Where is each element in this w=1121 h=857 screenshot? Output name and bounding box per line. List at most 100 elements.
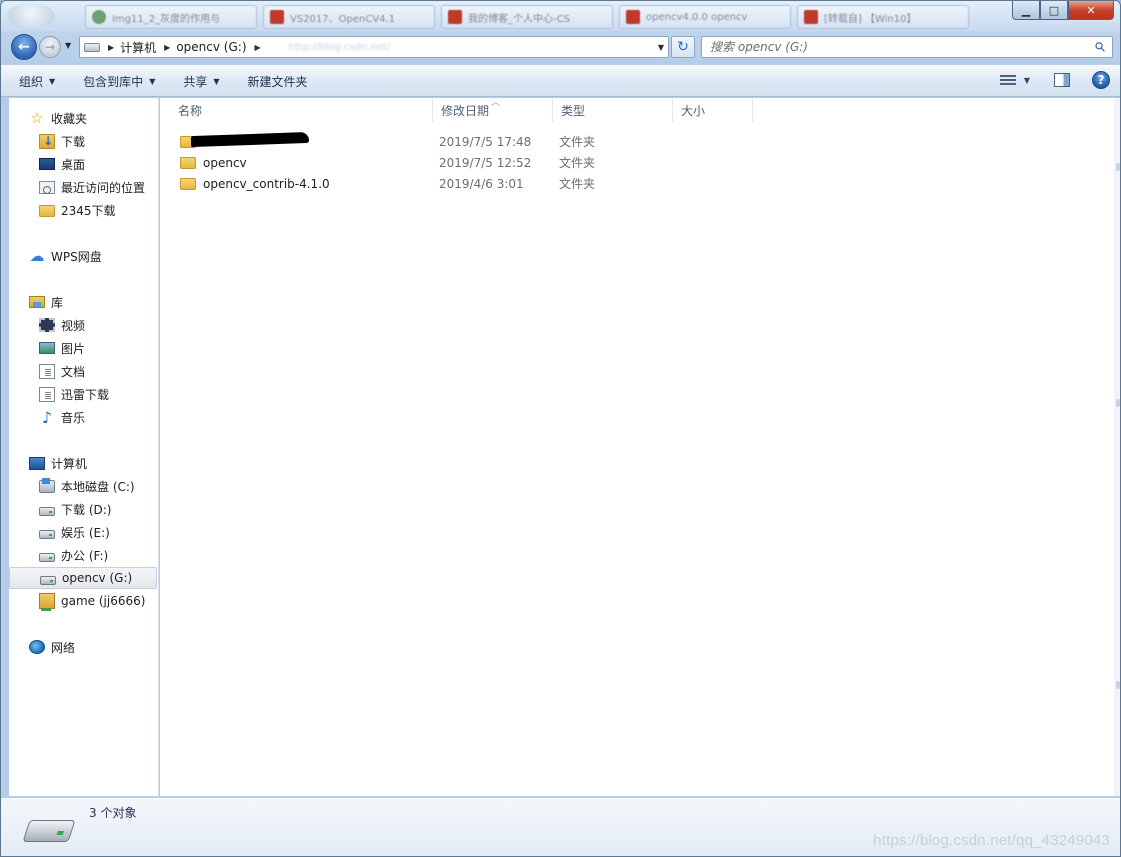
desktop-icon [39,158,55,170]
file-date: 2019/4/6 3:01 [439,176,524,191]
sidebar-item-2345-downloads[interactable]: 2345下载 [39,199,116,221]
scrollbar-track[interactable] [1114,98,1120,796]
chevron-right-icon[interactable]: ▶ [164,43,170,52]
sidebar-item-computer[interactable]: 计算机 [29,452,87,474]
network-globe-icon [29,640,45,654]
sidebar-item-recent-places[interactable]: 最近访问的位置 [39,176,145,198]
new-folder-button[interactable]: 新建文件夹 [248,73,308,90]
chevron-down-icon: ▼ [213,76,220,86]
item-count: 3 个对象 [89,806,137,820]
drive-icon [40,575,56,585]
breadcrumb-computer[interactable]: 计算机 [120,39,156,56]
folder-icon [180,156,196,169]
file-list-pane: 名称 修改日期 ︿ 类型 大小 2019/7/5 17:48 文件夹 openc… [160,98,1114,796]
column-headers: 名称 修改日期 ︿ 类型 大小 [160,98,1114,122]
file-type: 文件夹 [559,177,596,191]
sidebar-item-drive-g[interactable]: opencv (G:) [9,567,157,589]
music-note-icon: ♪ [41,407,53,427]
folder-icon [180,177,196,190]
search-box[interactable]: ⚲ [701,36,1113,58]
navigation-bar: ← → ▼ ▶ 计算机 ▶ opencv (G:) ▶ http://blog.… [1,31,1120,63]
explorer-window: Img11_2_灰度的作用与 VS2017、OpenCV4.1 我的博客_个人中… [0,0,1121,857]
sidebar-item-desktop[interactable]: 桌面 [39,153,85,175]
system-drive-icon [39,477,55,493]
search-input[interactable] [710,40,1097,54]
share-menu[interactable]: 共享 ▼ [183,73,219,90]
drive-icon [84,42,100,52]
include-in-library-menu[interactable]: 包含到库中 ▼ [83,73,155,90]
file-name: opencv_contrib-4.1.0 [203,176,330,191]
recent-places-icon [39,180,55,194]
star-icon: ☆ [30,109,44,127]
scrollbar-marker [1116,163,1120,171]
file-date: 2019/7/5 17:48 [439,134,532,149]
sidebar-item-pictures[interactable]: 图片 [39,337,85,359]
csdn-icon [626,10,640,24]
chevron-down-icon: ▼ [49,76,56,86]
background-tab-3[interactable]: 我的博客_个人中心-CS [441,5,613,29]
file-date: 2019/7/5 12:52 [439,155,532,170]
file-row[interactable]: 2019/7/5 17:48 文件夹 [170,131,850,152]
sidebar-item-xunlei-downloads[interactable]: 迅雷下载 [39,383,109,405]
drive-large-icon [22,820,76,842]
file-row[interactable]: opencv 2019/7/5 12:52 文件夹 [170,152,850,173]
drive-icon [39,552,55,562]
sidebar-item-documents[interactable]: 文档 [39,360,85,382]
address-ghost-text: http://blog.csdn.net/ [288,41,391,53]
close-button[interactable]: ✕ [1068,1,1114,20]
sidebar-item-downloads[interactable]: 下载 [39,130,85,152]
sidebar-item-drive-e[interactable]: 娱乐 (E:) [39,521,110,543]
sidebar-item-wps-drive[interactable]: ☁ WPS网盘 [29,245,102,267]
organize-menu[interactable]: 组织 ▼ [19,73,55,90]
sidebar-item-drive-f[interactable]: 办公 (F:) [39,544,108,566]
folder-icon [39,205,55,217]
sidebar-item-libraries[interactable]: 库 [29,291,63,313]
column-header-name[interactable]: 名称 [170,98,433,122]
drive-icon [39,529,55,539]
maximize-button[interactable]: □ [1040,1,1068,20]
sidebar-item-network[interactable]: 网络 [29,636,75,658]
column-header-size[interactable]: 大小 [673,98,753,122]
address-bar[interactable]: ▶ 计算机 ▶ opencv (G:) ▶ http://blog.csdn.n… [79,36,669,58]
background-tab-1[interactable]: Img11_2_灰度的作用与 [85,5,257,29]
column-header-type[interactable]: 类型 [553,98,673,122]
file-row[interactable]: opencv_contrib-4.1.0 2019/4/6 3:01 文件夹 [170,173,850,194]
background-tab-4[interactable]: opencv4.0.0 opencv [619,5,791,29]
app-orb-icon [7,3,55,29]
cloud-icon: ☁ [29,247,45,265]
preview-pane-icon[interactable] [1054,73,1070,87]
chevron-down-icon[interactable]: ▼ [1024,76,1030,85]
sidebar-item-drive-d[interactable]: 下载 (D:) [39,498,111,520]
drive-icon [39,506,55,516]
change-view-button[interactable]: ▼ [999,74,1030,86]
window-controls: ▁ □ ✕ [1012,1,1114,20]
sidebar-item-videos[interactable]: 视频 [39,314,85,336]
network-drive-icon [39,593,55,611]
recent-pages-dropdown[interactable]: ▼ [65,41,71,50]
breadcrumb-opencv-drive[interactable]: opencv (G:) [176,40,246,54]
details-pane: 3 个对象 https://blog.csdn.net/qq_43249043 [1,797,1120,856]
csdn-icon [448,10,462,24]
csdn-icon [804,10,818,24]
navigation-pane: ☆收藏夹 下载 桌面 最近访问的位置 2345下载 ☁WPS网盘 库 视频 图片… [9,98,159,796]
downloads-folder-icon [39,133,55,149]
file-type: 文件夹 [559,135,596,149]
watermark-text: https://blog.csdn.net/qq_43249043 [873,832,1110,849]
chevron-down-icon: ▼ [149,76,156,86]
back-button[interactable]: ← [11,34,37,60]
address-dropdown-icon[interactable]: ▼ [658,43,664,52]
background-tabs: Img11_2_灰度的作用与 VS2017、OpenCV4.1 我的博客_个人中… [85,5,969,29]
sidebar-item-network-drive-game[interactable]: game (jj6666) [39,590,145,612]
forward-button[interactable]: → [39,36,61,58]
video-icon [39,318,55,332]
chevron-right-icon[interactable]: ▶ [108,43,114,52]
minimize-button[interactable]: ▁ [1012,1,1040,20]
background-tab-2[interactable]: VS2017、OpenCV4.1 [263,5,435,29]
refresh-button[interactable]: ↻ [671,36,695,58]
sidebar-item-favorites[interactable]: ☆ 收藏夹 [29,107,87,129]
chevron-right-icon[interactable]: ▶ [255,43,261,52]
sidebar-item-music[interactable]: ♪ 音乐 [39,406,85,428]
help-icon[interactable]: ? [1092,71,1110,89]
background-tab-5[interactable]: [转载自] 【Win10】 [797,5,969,29]
sidebar-item-drive-c[interactable]: 本地磁盘 (C:) [39,475,135,497]
